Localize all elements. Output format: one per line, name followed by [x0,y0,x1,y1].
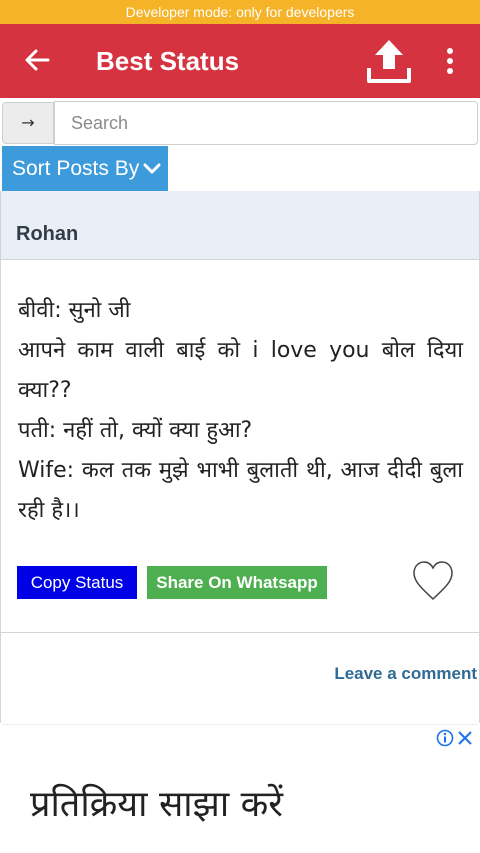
post-text: बीवी: सुनो जी आपने काम वाली बाई को i lov… [18,291,463,531]
comment-section: Leave a comment [0,633,480,723]
developer-mode-banner: Developer mode: only for developers [0,0,480,24]
post-line: Wife: कल तक मुझे भाभी बुलाती थी, आज दीदी… [18,458,463,523]
like-button[interactable] [411,559,455,603]
sort-posts-button[interactable]: Sort Posts By [2,146,168,191]
share-whatsapp-button[interactable]: Share On Whatsapp [147,566,327,599]
post-line: बीवी: सुनो जी [18,298,131,323]
ad-banner[interactable]: प्रतिक्रिया साझा करें [2,724,478,850]
more-vert-icon [447,48,453,74]
upload-icon [367,40,411,83]
post-card: Rohan बीवी: सुनो जी आपने काम वाली बाई को… [0,191,480,633]
search-bar: → [0,100,480,146]
search-go-button[interactable]: → [2,102,54,144]
more-options-button[interactable] [438,40,462,82]
app-bar: Best Status [0,24,480,98]
sort-posts-label: Sort Posts By [12,157,140,180]
copy-status-button[interactable]: Copy Status [17,566,137,599]
ad-text: प्रतिक्रिया साझा करें [30,784,283,825]
post-line: पती: नहीं तो, क्यों क्या हुआ? [18,418,253,443]
search-input[interactable] [54,101,478,145]
post-author: Rohan [16,223,79,245]
chevron-down-icon [143,163,161,174]
close-icon[interactable] [456,729,474,747]
post-line: आपने काम वाली बाई को i love you बोल दिया… [18,338,463,403]
heart-outline-icon [413,561,453,601]
back-button[interactable] [14,36,62,84]
upload-button[interactable] [364,36,414,86]
info-icon[interactable] [436,729,454,747]
back-arrow-icon [25,49,50,71]
leave-comment-link[interactable]: Leave a comment [334,664,477,684]
page-title: Best Status [96,46,240,76]
post-header: Rohan [1,191,479,260]
